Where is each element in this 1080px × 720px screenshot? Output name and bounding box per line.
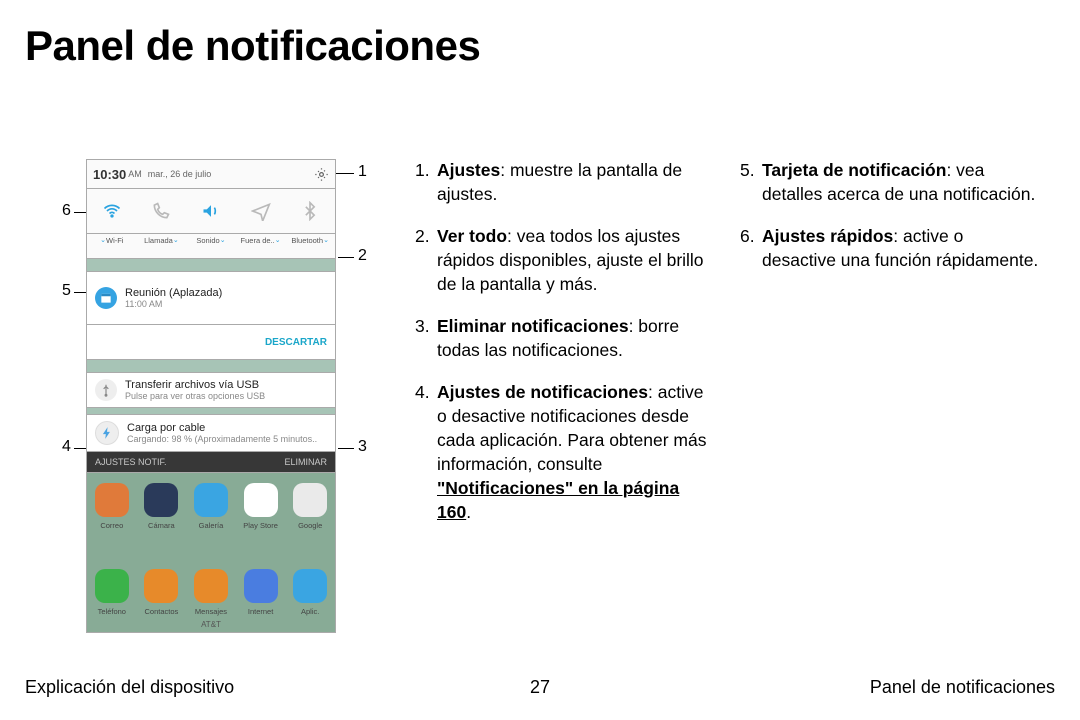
app-label: Play Store [243,521,278,530]
app-label: Internet [248,607,273,616]
app-icon[interactable]: Aplic. [288,569,332,616]
phone-icon[interactable] [137,189,187,233]
carrier-label: AT&T [87,620,335,629]
notification-subtitle: 11:00 AM [125,299,222,309]
legend-list-2: Tarjeta de notificación: vea detalles ac… [740,158,1040,290]
clock-ampm: AM [128,169,142,179]
sound-icon[interactable] [186,189,236,233]
calendar-icon [95,287,117,309]
wifi-icon[interactable] [87,189,137,233]
legend-item: Eliminar notificaciones: borre todas las… [415,314,715,362]
app-icon[interactable]: Internet [239,569,283,616]
bluetooth-icon[interactable] [285,189,335,233]
notification-title: Carga por cable [127,422,317,434]
app-icon[interactable]: Contactos [139,569,183,616]
app-label: Galería [199,521,224,530]
app-label: Contactos [145,607,179,616]
quick-settings-labels: ⌄Wi-Fi Llamada⌄ Sonido⌄ Fuera de..⌄ Blue… [86,234,336,259]
app-label: Google [298,521,322,530]
notification-card-usb[interactable]: Transferir archivos vía USB Pulse para v… [86,373,336,408]
legend-item: Ver todo: vea todos los ajustes rápidos … [415,224,715,296]
app-icon[interactable]: Mensajes [189,569,233,616]
app-icon[interactable]: Correo [90,483,134,530]
app-label: Mensajes [195,607,227,616]
app-label: Cámara [148,521,175,530]
notification-card-carga[interactable]: Carga por cable Cargando: 98 % (Aproxima… [86,415,336,452]
ajustes-notif-button[interactable]: AJUSTES NOTIF. [95,457,167,467]
legend-item: Ajustes: muestre la pantalla de ajustes. [415,158,715,206]
status-bar: 10:30 AM mar., 26 de julio [86,159,336,189]
app-label: Aplic. [301,607,319,616]
notification-title: Transferir archivos vía USB [125,379,265,391]
app-icon[interactable]: Galería [189,483,233,530]
quick-settings-row [86,189,336,234]
legend-item: Tarjeta de notificación: vea detalles ac… [740,158,1040,206]
airplane-icon[interactable] [236,189,286,233]
app-label: Teléfono [98,607,126,616]
eliminar-button[interactable]: ELIMINAR [284,457,327,467]
clock-date: mar., 26 de julio [148,169,212,179]
panel-footer: AJUSTES NOTIF. ELIMINAR [86,452,336,473]
usb-icon [95,379,117,401]
home-screen: Correo Cámara Galería Play Store Google Telé… [86,473,336,633]
callout-3: 3 [358,438,367,456]
clock-time: 10:30 [93,167,126,182]
legend-list-1: Ajustes: muestre la pantalla de ajustes.… [415,158,715,542]
callout-2: 2 [358,247,367,265]
app-icon[interactable]: Play Store [239,483,283,530]
callout-1: 1 [358,163,367,181]
app-icon[interactable]: Google [288,483,332,530]
bolt-icon [95,421,119,445]
page-title: Panel de notificaciones [25,22,480,70]
app-icon[interactable]: Teléfono [90,569,134,616]
cross-reference-link[interactable]: "Notificaciones" en la página 160 [437,478,679,522]
notification-subtitle: Cargando: 98 % (Aproximadamente 5 minuto… [127,434,317,444]
gear-icon[interactable] [314,167,329,182]
notification-card-reunion[interactable]: Reunión (Aplazada) 11:00 AM [86,272,336,325]
phone-screenshot: 10:30 AM mar., 26 de julio ⌄Wi-Fi Llamad… [86,159,336,633]
app-label: Correo [100,521,123,530]
footer-topic: Panel de notificaciones [870,677,1055,698]
legend-item: Ajustes rápidos: active o desactive una … [740,224,1040,272]
app-icon[interactable]: Cámara [139,483,183,530]
callout-5: 5 [62,282,71,300]
callout-4: 4 [62,438,71,456]
notification-title: Reunión (Aplazada) [125,287,222,299]
notification-subtitle: Pulse para ver otras opciones USB [125,391,265,401]
descartar-button[interactable]: DESCARTAR [86,325,336,360]
legend-item: Ajustes de notificaciones: active o desa… [415,380,715,524]
callout-6: 6 [62,202,71,220]
